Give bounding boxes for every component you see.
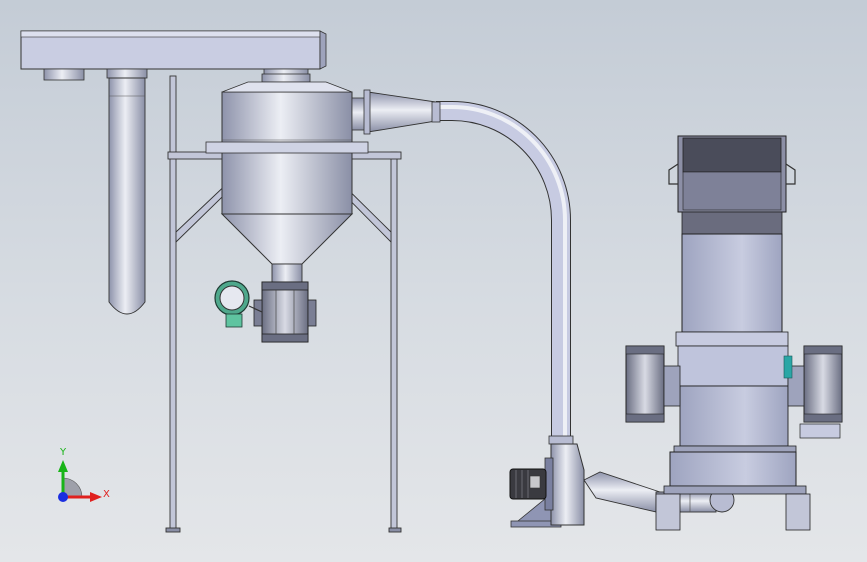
conveying-pipe <box>431 101 574 445</box>
crusher-flywheel-left <box>625 345 681 423</box>
cyclone-inlet-transition <box>351 89 437 135</box>
cyclone-separator <box>205 73 369 283</box>
crusher-base-frame <box>655 451 811 531</box>
filter-bag-tube <box>106 68 148 315</box>
coordinate-triad: Y X <box>58 447 110 502</box>
x-axis-label: X <box>103 489 110 500</box>
x-axis-arrowhead <box>90 492 102 502</box>
overhead-header-beam <box>20 30 327 81</box>
assembly-drawing: Y X <box>20 30 843 533</box>
y-axis-arrowhead <box>58 460 68 472</box>
z-axis-dot <box>58 492 68 502</box>
crusher-hopper <box>668 135 796 235</box>
blower-motor <box>509 468 547 500</box>
crusher-flywheel-right <box>783 345 843 439</box>
cad-viewport[interactable]: Y X <box>0 0 867 562</box>
crusher-housing <box>673 233 797 455</box>
y-axis-label: Y <box>59 447 67 458</box>
rotary-airlock-valve <box>253 281 317 343</box>
